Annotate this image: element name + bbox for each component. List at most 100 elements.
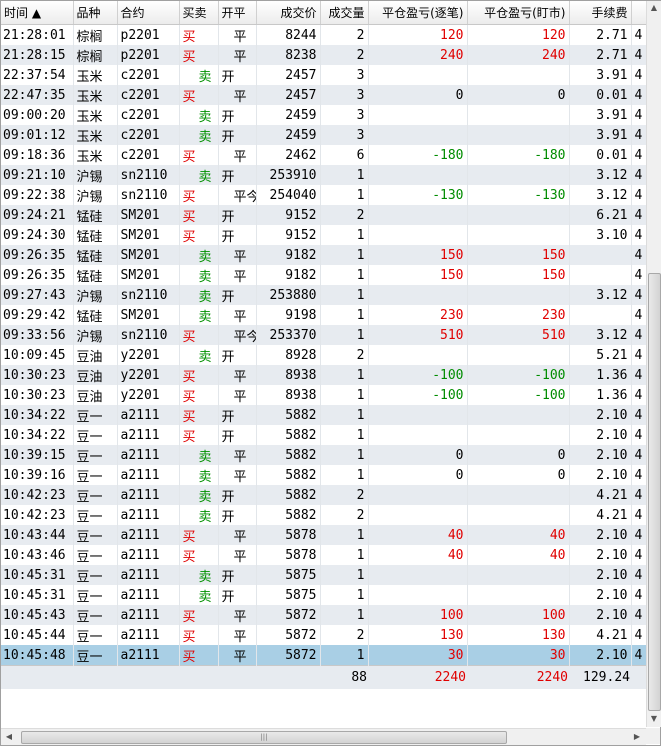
table-row[interactable]: 10:45:44 豆一 a2111 买平 5872 2 130 130 4.21 4 <box>1 625 646 645</box>
open-close-label: 开 <box>221 409 235 425</box>
table-row[interactable]: 21:28:01 棕榈 p2201 买平 8244 2 120 120 2.71 4 <box>1 24 646 45</box>
totals-pnl-mark: 2240 <box>467 665 569 689</box>
cell-extra: 4 <box>631 165 646 185</box>
cell-contract: sn2110 <box>117 185 180 205</box>
cell-time: 09:24:21 <box>1 205 74 225</box>
table-row[interactable]: 09:26:35 锰硅 SM201 卖平 9182 1 150 150 4 <box>1 265 646 285</box>
col-header-qty[interactable]: 成交量 <box>320 1 369 25</box>
scroll-down-icon[interactable]: ▼ <box>647 712 661 726</box>
col-header-pnl-mark[interactable]: 平仓盈亏(盯市) <box>467 1 570 25</box>
col-header-price[interactable]: 成交价 <box>256 1 321 25</box>
table-row[interactable]: 10:45:43 豆一 a2111 买平 5872 1 100 100 2.10 4 <box>1 605 646 625</box>
cell-time: 10:45:48 <box>1 645 74 666</box>
cell-contract: a2111 <box>117 445 180 465</box>
vertical-scroll-thumb[interactable] <box>648 273 661 711</box>
table-row[interactable]: 09:33:56沪锡sn2110买平今25337015105103.124 <box>1 325 646 345</box>
col-header-fee[interactable]: 手续费 <box>569 1 632 25</box>
side-label: 买 <box>182 629 196 645</box>
cell-extra: 4 <box>631 105 646 125</box>
table-row[interactable]: 10:34:22 豆一 a2111 买 开 5882 1 2.10 4 <box>1 425 646 445</box>
cell-pnl-trade <box>368 205 468 225</box>
cell-name: 豆一 <box>73 585 118 605</box>
table-row[interactable]: 09:18:36 玉米 c2201 买平 2462 6 -180 -180 0.01 4 <box>1 145 646 165</box>
cell-extra: 4 <box>631 565 646 585</box>
table-row[interactable]: 09:27:43 沪锡 sn2110 卖开 253880 1 3.12 4 <box>1 285 646 305</box>
table-row[interactable]: 09:01:12 玉米 c2201 卖开 2459 3 3.91 4 <box>1 125 646 145</box>
cell-name: 豆油 <box>73 345 118 365</box>
table-row[interactable]: 10:42:23 豆一 a2111 卖开 5882 2 4.21 4 <box>1 505 646 525</box>
cell-time: 09:01:12 <box>1 125 74 145</box>
cell-contract: SM201 <box>117 225 180 245</box>
col-header-extra[interactable] <box>631 1 646 25</box>
cell-fee: 2.10 <box>569 445 632 465</box>
cell-contract: sn2110 <box>117 165 180 185</box>
col-header-side[interactable]: 买卖 <box>179 1 219 25</box>
cell-name: 豆一 <box>73 485 118 505</box>
table-row[interactable]: 09:24:21 锰硅 SM201 买 开 9152 2 6.21 4 <box>1 205 646 225</box>
table-row[interactable]: 10:30:23 豆油 y2201 买平 8938 1 -100 -100 1.36 4 <box>1 385 646 405</box>
table-row[interactable]: 22:47:35 玉米 c2201 买平 2457 3 0 0 0.01 4 <box>1 85 646 105</box>
cell-side: 买 <box>179 605 219 625</box>
cell-pnl-mark <box>467 485 570 505</box>
table-row[interactable]: 10:45:31 豆一 a2111 卖开 5875 1 2.10 4 <box>1 585 646 605</box>
table-row[interactable]: 10:34:22 豆一 a2111 买 开 5882 1 2.10 4 <box>1 405 646 425</box>
table-row[interactable]: 10:45:31 豆一 a2111 卖开 5875 1 2.10 4 <box>1 565 646 585</box>
horizontal-scroll-thumb[interactable]: ||| <box>21 731 507 744</box>
table-row[interactable]: 09:00:20 玉米 c2201 卖开 2459 3 3.91 4 <box>1 105 646 125</box>
cell-open-close: 开 <box>218 505 257 525</box>
col-header-name[interactable]: 品种 <box>73 1 118 25</box>
cell-extra: 4 <box>631 425 646 445</box>
cell-extra: 4 <box>631 605 646 625</box>
col-header-contract[interactable]: 合约 <box>117 1 180 25</box>
cell-pnl-mark <box>467 585 570 605</box>
horizontal-scrollbar[interactable]: ◀ ||| ▶ <box>1 728 646 745</box>
scroll-left-icon[interactable]: ◀ <box>2 730 16 744</box>
side-label: 卖 <box>198 569 212 585</box>
cell-name: 豆一 <box>73 605 118 625</box>
open-close-label: 开 <box>221 109 235 125</box>
cell-extra: 4 <box>631 445 646 465</box>
col-header-oc[interactable]: 开平 <box>218 1 257 25</box>
scroll-right-icon[interactable]: ▶ <box>630 730 644 744</box>
cell-price: 8244 <box>256 24 321 45</box>
cell-side: 买 <box>179 385 219 405</box>
table-row[interactable]: 10:39:16 豆一 a2111 卖平 5882 1 0 0 2.10 4 <box>1 465 646 485</box>
table-row[interactable]: 10:39:15 豆一 a2111 卖平 5882 1 0 0 2.10 4 <box>1 445 646 465</box>
cell-contract: c2201 <box>117 105 180 125</box>
table-row[interactable]: 09:22:38沪锡sn2110买平今2540401-130-1303.124 <box>1 185 646 205</box>
col-header-pnl-trade[interactable]: 平仓盈亏(逐笔) <box>368 1 468 25</box>
table-row[interactable]: 10:43:46 豆一 a2111 买平 5878 1 40 40 2.10 4 <box>1 545 646 565</box>
cell-qty: 1 <box>320 465 369 485</box>
cell-price: 2459 <box>256 125 321 145</box>
cell-name: 锰硅 <box>73 225 118 245</box>
cell-open-close: 开 <box>218 585 257 605</box>
table-row[interactable]: 10:45:48 豆一 a2111 买平 5872 1 30 30 2.10 4 <box>1 645 646 666</box>
table-row[interactable]: 09:29:42 锰硅 SM201 卖平 9198 1 230 230 4 <box>1 305 646 325</box>
trade-grid: 时间 ▲ 品种 合约 买卖 开平 成交价 成交量 平仓盈亏(逐笔) 平仓盈亏(盯… <box>1 1 646 727</box>
scroll-up-icon[interactable]: ▲ <box>647 1 661 15</box>
cell-contract: a2111 <box>117 585 180 605</box>
cell-pnl-mark <box>467 345 570 365</box>
table-row[interactable]: 22:37:54 玉米 c2201 卖开 2457 3 3.91 4 <box>1 65 646 85</box>
open-close-label: 平 <box>233 49 247 65</box>
table-row[interactable]: 10:43:44 豆一 a2111 买平 5878 1 40 40 2.10 4 <box>1 525 646 545</box>
table-row[interactable]: 10:42:23 豆一 a2111 卖开 5882 2 4.21 4 <box>1 485 646 505</box>
cell-pnl-mark: -130 <box>467 185 570 205</box>
cell-contract: a2111 <box>117 565 180 585</box>
cell-side: 卖 <box>179 285 219 305</box>
col-header-time[interactable]: 时间 ▲ <box>1 1 74 25</box>
table-row[interactable]: 21:28:15 棕榈 p2201 买平 8238 2 240 240 2.71 4 <box>1 45 646 65</box>
cell-pnl-mark <box>467 105 570 125</box>
cell-side: 买 <box>179 225 219 245</box>
cell-time: 10:43:46 <box>1 545 74 565</box>
cell-qty: 2 <box>320 345 369 365</box>
table-row[interactable]: 09:21:10 沪锡 sn2110 卖开 253910 1 3.12 4 <box>1 165 646 185</box>
table-row[interactable]: 09:26:35 锰硅 SM201 卖平 9182 1 150 150 4 <box>1 245 646 265</box>
cell-side: 卖 <box>179 65 219 85</box>
table-row[interactable]: 09:24:30 锰硅 SM201 买 开 9152 1 3.10 4 <box>1 225 646 245</box>
table-row[interactable]: 10:30:23 豆油 y2201 买平 8938 1 -100 -100 1.36 4 <box>1 365 646 385</box>
cell-fee: 5.21 <box>569 345 632 365</box>
vertical-scrollbar[interactable]: ▲ ▼ <box>646 1 661 727</box>
cell-side: 买 <box>179 325 219 345</box>
table-row[interactable]: 10:09:45 豆油 y2201 卖开 8928 2 5.21 4 <box>1 345 646 365</box>
